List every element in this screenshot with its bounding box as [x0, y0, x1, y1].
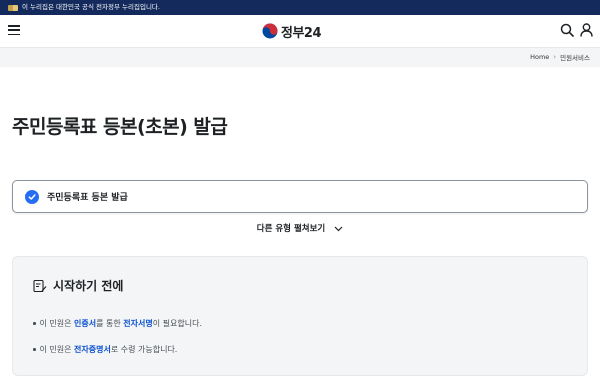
expand-other-types-label: 다른 유형 펼쳐보기	[256, 224, 326, 234]
note-text: 로 수령 가능합니다.	[110, 345, 178, 354]
menu-button[interactable]	[8, 25, 20, 36]
note-text: 이 민원은	[39, 319, 75, 328]
breadcrumb-home[interactable]: Home	[530, 53, 549, 61]
flag-icon	[8, 4, 18, 11]
note-highlight: 전자서명	[123, 319, 153, 328]
breadcrumb-bar: Home › 민원서비스	[0, 47, 600, 67]
bullet	[33, 348, 36, 351]
note-highlight: 전자증명서	[74, 345, 111, 354]
document-edit-icon	[33, 279, 47, 292]
note-certificate: 이 민원은 인증서를 통한 전자서명이 필요합니다.	[33, 318, 202, 329]
before-start-title: 시작하기 전에	[53, 279, 124, 293]
note-e-certificate: 이 민원은 전자증명서로 수령 가능합니다.	[33, 344, 177, 355]
gov-official-banner: 이 누리집은 대한민국 공식 전자정부 누리집입니다.	[0, 0, 600, 15]
logo-text: 정부24	[281, 25, 322, 41]
expand-other-types-button[interactable]: 다른 유형 펼쳐보기	[0, 222, 600, 234]
before-start-panel: 시작하기 전에 이 민원은 인증서를 통한 전자서명이 필요합니다. 이 민원은…	[12, 256, 588, 376]
note-highlight: 인증서	[74, 319, 97, 328]
note-text: 이 민원은	[39, 345, 75, 354]
site-logo[interactable]: 정부24	[262, 21, 322, 41]
check-circle-icon	[25, 189, 39, 204]
service-option-label: 주민등록표 등본 발급	[47, 193, 128, 203]
chevron-down-icon	[334, 226, 343, 231]
note-text: 를 통한	[96, 319, 124, 328]
note-text: 이 필요합니다.	[152, 319, 202, 328]
breadcrumb-current[interactable]: 민원서비스	[560, 52, 590, 62]
user-icon[interactable]	[580, 23, 593, 37]
gov-banner-text: 이 누리집은 대한민국 공식 전자정부 누리집입니다.	[22, 3, 160, 11]
selected-service-option[interactable]: 주민등록표 등본 발급	[12, 180, 588, 213]
search-icon[interactable]	[560, 23, 574, 37]
site-header: 정부24	[0, 15, 600, 47]
taegeuk-logo-icon	[262, 23, 278, 39]
bullet	[33, 322, 36, 325]
page-title: 주민등록표 등본(초본) 발급	[12, 116, 228, 138]
chevron-right-icon: ›	[553, 53, 557, 61]
breadcrumb: Home › 민원서비스	[530, 52, 590, 62]
before-start-header: 시작하기 전에	[33, 277, 123, 294]
